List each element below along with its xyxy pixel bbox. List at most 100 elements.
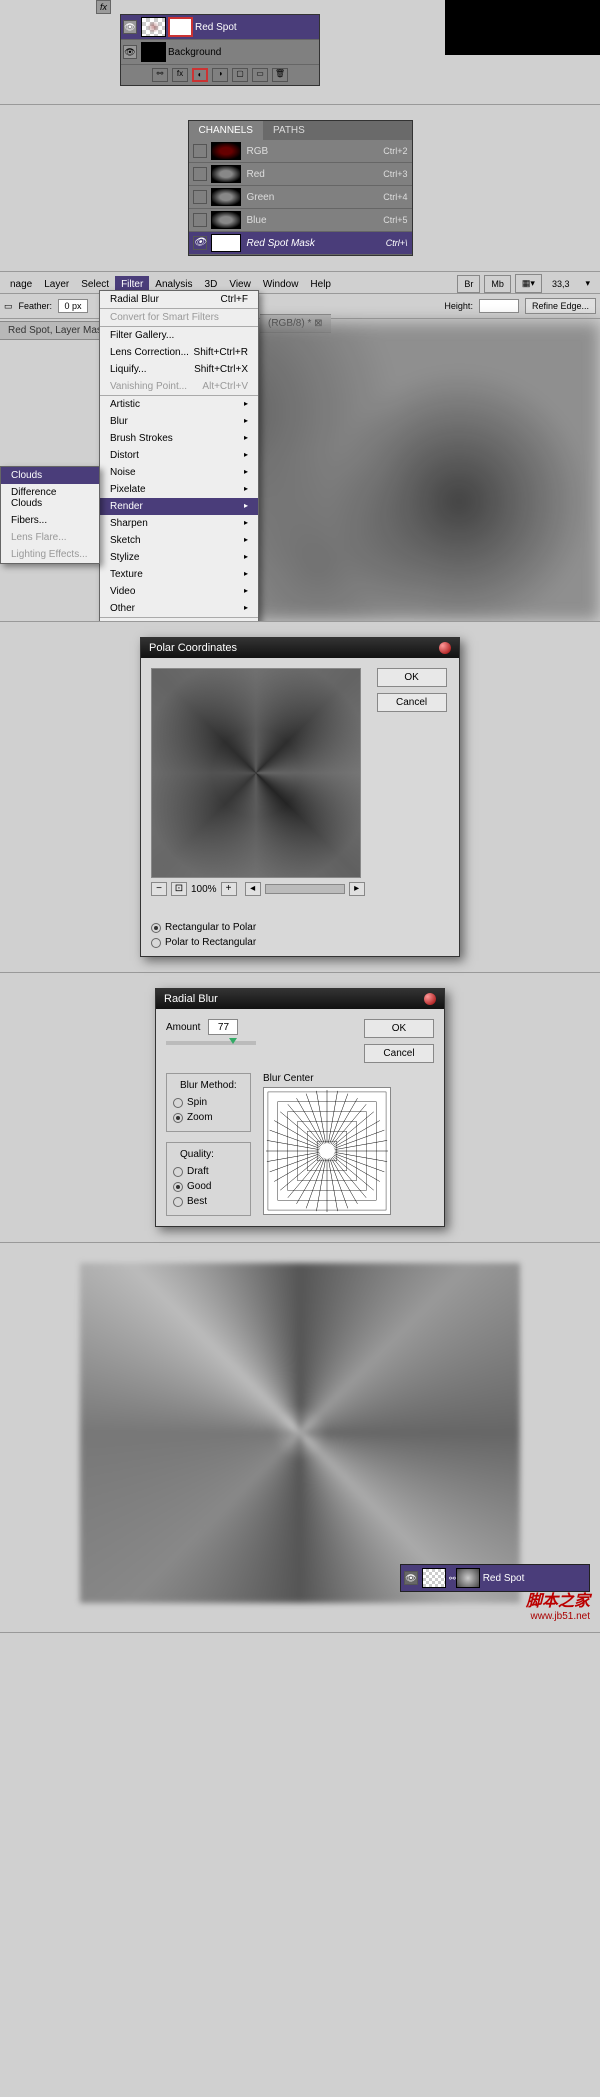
radio-draft[interactable]: Draft xyxy=(173,1164,244,1179)
ok-button[interactable]: OK xyxy=(364,1019,434,1038)
menu-item-lens-flare---[interactable]: Lens Flare... xyxy=(1,529,99,546)
radio-spin[interactable]: Spin xyxy=(173,1095,244,1110)
channel-thumbnail[interactable] xyxy=(211,211,241,229)
channel-row[interactable]: Red Ctrl+3 xyxy=(189,163,412,186)
amount-slider[interactable] xyxy=(166,1041,256,1045)
zoom-in-button[interactable]: + xyxy=(221,882,237,896)
menu-item-difference-clouds[interactable]: Difference Clouds xyxy=(1,484,99,512)
visibility-icon[interactable] xyxy=(193,167,207,181)
fx-badge[interactable]: fx xyxy=(96,0,111,14)
menu-item-other[interactable]: Other xyxy=(100,600,258,617)
layer-thumbnail[interactable] xyxy=(141,17,166,37)
layer-thumbnail[interactable] xyxy=(141,42,166,62)
link-layers-icon[interactable]: ⚯ xyxy=(152,68,168,82)
scrollbar[interactable] xyxy=(265,884,345,894)
channel-thumbnail[interactable] xyxy=(211,142,241,160)
group-title: Blur Method: xyxy=(177,1080,240,1091)
menu-item-fibers---[interactable]: Fibers... xyxy=(1,512,99,529)
tool-preset-icon[interactable]: ▭ xyxy=(4,301,13,312)
menu-item-stylize[interactable]: Stylize xyxy=(100,549,258,566)
channel-shortcut: Ctrl+\ xyxy=(386,238,408,248)
fx-icon[interactable]: fx xyxy=(172,68,188,82)
visibility-icon[interactable] xyxy=(193,213,207,227)
zoom-fit-button[interactable]: ⊡ xyxy=(171,882,187,896)
tab-channels[interactable]: CHANNELS xyxy=(189,121,263,140)
close-icon[interactable] xyxy=(439,642,451,654)
menu-item-lighting-effects---[interactable]: Lighting Effects... xyxy=(1,546,99,563)
menubar: nage Layer Select Filter Analysis 3D Vie… xyxy=(0,276,600,293)
add-mask-icon[interactable]: ◐ xyxy=(192,68,208,82)
menu-layer[interactable]: Layer xyxy=(38,276,75,293)
menu-help[interactable]: Help xyxy=(304,276,337,293)
close-icon[interactable] xyxy=(424,993,436,1005)
visibility-icon[interactable]: 👁 xyxy=(123,45,137,59)
tab-paths[interactable]: PATHS xyxy=(263,121,315,140)
channel-row[interactable]: Blue Ctrl+5 xyxy=(189,209,412,232)
ok-button[interactable]: OK xyxy=(377,668,447,687)
menu-item-filter-gallery[interactable]: Filter Gallery... xyxy=(100,326,258,344)
visibility-icon[interactable]: 👁 xyxy=(123,20,137,34)
menu-item-render[interactable]: Render xyxy=(100,498,258,515)
new-layer-icon[interactable]: ▭ xyxy=(252,68,268,82)
delete-icon[interactable]: 🗑 xyxy=(272,68,288,82)
amount-input[interactable] xyxy=(208,1019,238,1035)
link-icon[interactable]: ⚯ xyxy=(449,1574,456,1583)
menu-item-last-filter[interactable]: Radial BlurCtrl+F xyxy=(100,291,258,308)
menu-item-pixelate[interactable]: Pixelate xyxy=(100,481,258,498)
zoom-dropdown-icon[interactable]: ▾ xyxy=(579,275,596,292)
menu-item-sharpen[interactable]: Sharpen xyxy=(100,515,258,532)
channel-thumbnail[interactable] xyxy=(211,165,241,183)
menu-item-liquify[interactable]: Liquify...Shift+Ctrl+X xyxy=(100,361,258,378)
menu-item-artistic[interactable]: Artistic xyxy=(100,395,258,413)
bridge-button[interactable]: Br xyxy=(457,275,480,293)
channel-thumbnail[interactable] xyxy=(211,188,241,206)
channel-row[interactable]: Green Ctrl+4 xyxy=(189,186,412,209)
radio-best[interactable]: Best xyxy=(173,1194,244,1209)
height-input[interactable] xyxy=(479,299,519,313)
zoom-out-button[interactable]: − xyxy=(151,882,167,896)
mini-bridge-button[interactable]: Mb xyxy=(484,275,511,293)
channel-row[interactable]: RGB Ctrl+2 xyxy=(189,140,412,163)
menu-image[interactable]: nage xyxy=(4,276,38,293)
zoom-level[interactable]: 33,3 xyxy=(546,276,576,292)
visibility-icon[interactable]: 👁 xyxy=(193,236,207,250)
scroll-right-icon[interactable]: ▸ xyxy=(349,882,365,896)
layer-thumbnail[interactable] xyxy=(422,1568,446,1588)
scroll-left-icon[interactable]: ◂ xyxy=(245,882,261,896)
layer-row[interactable]: 👁 Background xyxy=(121,40,319,65)
radio-zoom[interactable]: Zoom xyxy=(173,1110,244,1125)
view-options-icon[interactable]: ▦▾ xyxy=(515,274,542,293)
cancel-button[interactable]: Cancel xyxy=(377,693,447,712)
channel-row[interactable]: 👁 Red Spot Mask Ctrl+\ xyxy=(189,232,412,255)
menu-item-sketch[interactable]: Sketch xyxy=(100,532,258,549)
preview-image[interactable] xyxy=(151,668,361,878)
radio-polar-to-rect[interactable]: Polar to Rectangular xyxy=(151,935,449,950)
menu-item-lens-correction[interactable]: Lens Correction...Shift+Ctrl+R xyxy=(100,344,258,361)
layer-mask-thumbnail[interactable] xyxy=(456,1568,480,1588)
visibility-icon[interactable]: 👁 xyxy=(404,1571,418,1585)
menu-window[interactable]: Window xyxy=(257,276,305,293)
channel-thumbnail[interactable] xyxy=(211,234,241,252)
group-icon[interactable]: ▢ xyxy=(232,68,248,82)
radio-rect-to-polar[interactable]: Rectangular to Polar xyxy=(151,920,449,935)
menu-item-convert-smart[interactable]: Convert for Smart Filters xyxy=(100,308,258,326)
visibility-icon[interactable] xyxy=(193,190,207,204)
menu-item-noise[interactable]: Noise xyxy=(100,464,258,481)
menu-item-distort[interactable]: Distort xyxy=(100,447,258,464)
blur-center-picker[interactable] xyxy=(263,1087,391,1215)
menu-item-blur[interactable]: Blur xyxy=(100,413,258,430)
menu-item-texture[interactable]: Texture xyxy=(100,566,258,583)
menu-item-vanishing-point[interactable]: Vanishing Point...Alt+Ctrl+V xyxy=(100,378,258,395)
menu-item-clouds[interactable]: Clouds xyxy=(1,467,99,484)
radio-good[interactable]: Good xyxy=(173,1179,244,1194)
layer-mask-thumbnail[interactable] xyxy=(168,17,193,37)
menu-item-brush-strokes[interactable]: Brush Strokes xyxy=(100,430,258,447)
menu-item-digimarc[interactable]: Digimarc xyxy=(100,617,258,622)
menu-item-video[interactable]: Video xyxy=(100,583,258,600)
visibility-icon[interactable] xyxy=(193,144,207,158)
cancel-button[interactable]: Cancel xyxy=(364,1044,434,1063)
feather-input[interactable] xyxy=(58,299,88,313)
layer-row[interactable]: 👁 Red Spot xyxy=(121,15,319,40)
adjustment-layer-icon[interactable]: ◑ xyxy=(212,68,228,82)
refine-edge-button[interactable]: Refine Edge... xyxy=(525,298,596,314)
